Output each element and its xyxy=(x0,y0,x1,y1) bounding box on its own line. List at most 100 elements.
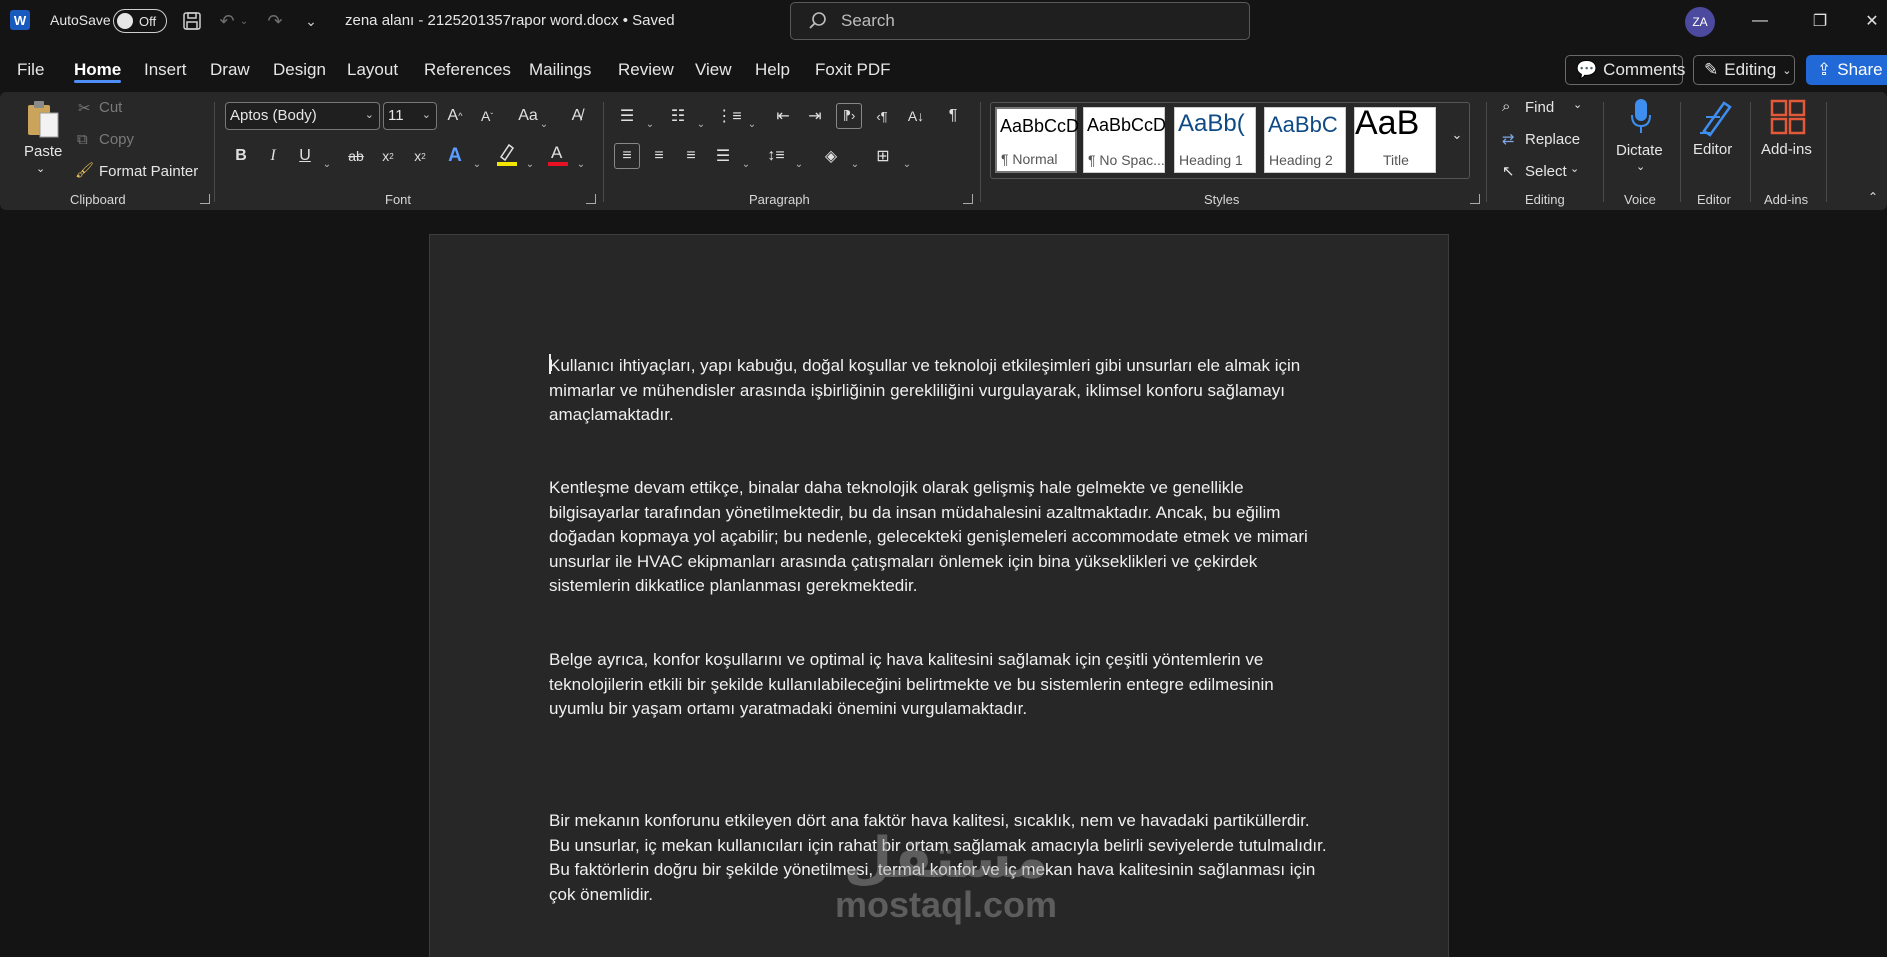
paragraph[interactable]: Belge ayrıca, konfor koşullarını ve opti… xyxy=(549,648,1329,722)
chevron-down-icon[interactable]: ⌄ xyxy=(850,151,860,177)
paste-dropdown-icon[interactable]: ⌄ xyxy=(36,162,45,175)
comments-button[interactable]: 💬 Comments xyxy=(1565,55,1685,85)
tab-references[interactable]: References xyxy=(424,60,511,80)
find-button[interactable]: Find xyxy=(1525,99,1554,116)
avatar[interactable]: ZA xyxy=(1685,7,1715,37)
justify-icon[interactable]: ☰ xyxy=(710,143,736,169)
document-title[interactable]: zena alanı - 2125201357rapor word.docx •… xyxy=(345,12,675,29)
style-heading-2[interactable]: AaBbC Heading 2 xyxy=(1264,107,1346,173)
tab-mailings[interactable]: Mailings xyxy=(529,60,591,80)
grow-font-icon[interactable]: A ^ xyxy=(442,103,468,129)
tab-layout[interactable]: Layout xyxy=(347,60,398,80)
chevron-down-icon[interactable]: ⌄ xyxy=(747,111,757,137)
tab-home[interactable]: Home xyxy=(74,60,121,80)
bullets-icon[interactable]: ☰ xyxy=(614,103,640,129)
increase-indent-icon[interactable]: ⇥ xyxy=(802,103,828,129)
multilevel-list-icon[interactable]: ⋮≡ xyxy=(716,103,742,129)
chevron-down-icon[interactable]: ⌄ xyxy=(1636,160,1645,173)
rtl-paragraph-icon[interactable]: ‹¶ xyxy=(869,103,895,129)
tab-review[interactable]: Review xyxy=(618,60,674,80)
chevron-down-icon[interactable]: ⌄ xyxy=(696,111,706,137)
editor-pen-icon[interactable] xyxy=(1695,96,1735,138)
redo-icon[interactable]: ↷ xyxy=(262,8,288,34)
paragraph[interactable]: Kullanıcı ihtiyaçları, yapı kabuğu, doğa… xyxy=(549,354,1329,428)
clear-formatting-icon[interactable]: A̸ xyxy=(564,103,590,129)
tab-view[interactable]: View xyxy=(695,60,732,80)
numbering-icon[interactable]: ☷ xyxy=(665,103,691,129)
paragraph[interactable]: Bir mekanın konforunu etkileyen dört ana… xyxy=(549,809,1329,907)
font-size-select[interactable]: 11 ⌄ xyxy=(383,102,437,130)
chevron-down-icon[interactable]: ⌄ xyxy=(1570,162,1579,175)
style-normal[interactable]: AaBbCcD ¶ Normal xyxy=(995,107,1078,173)
dictate-button[interactable]: Dictate xyxy=(1616,142,1663,159)
tab-insert[interactable]: Insert xyxy=(144,60,187,80)
superscript-icon[interactable]: x2 xyxy=(407,143,433,169)
chevron-down-icon[interactable]: ⌄ xyxy=(525,151,535,177)
chevron-down-icon[interactable]: ⌄ xyxy=(1573,98,1582,111)
underline-icon[interactable]: U xyxy=(292,143,318,169)
decrease-indent-icon[interactable]: ⇤ xyxy=(770,103,796,129)
chevron-down-icon[interactable]: ⌄ xyxy=(576,151,586,177)
font-name-select[interactable]: Aptos (Body) ⌄ xyxy=(225,102,380,130)
close-icon[interactable]: ✕ xyxy=(1852,6,1887,36)
tab-foxit-pdf[interactable]: Foxit PDF xyxy=(815,60,891,80)
strikethrough-icon[interactable]: ab xyxy=(343,143,369,169)
clipboard-launcher-icon[interactable] xyxy=(200,194,210,204)
autosave-toggle[interactable]: Off xyxy=(113,9,167,33)
editor-button[interactable]: Editor xyxy=(1693,141,1732,158)
highlight-color-icon[interactable] xyxy=(494,141,520,167)
copy-button[interactable]: Copy xyxy=(99,131,134,148)
select-button[interactable]: Select xyxy=(1525,163,1567,180)
shrink-font-icon[interactable]: Aˇ xyxy=(474,103,500,129)
undo-dropdown-icon[interactable]: ⌄ xyxy=(238,8,250,34)
share-button[interactable]: ⇪ Share xyxy=(1806,55,1887,85)
chevron-down-icon[interactable]: ⌄ xyxy=(472,151,482,177)
undo-icon[interactable]: ↶ xyxy=(214,8,240,34)
bold-icon[interactable]: B xyxy=(228,143,254,169)
ltr-paragraph-icon[interactable]: ⁋› xyxy=(836,103,862,129)
font-color-icon[interactable]: A xyxy=(545,141,571,167)
italic-icon[interactable]: I xyxy=(260,143,286,169)
tab-draw[interactable]: Draw xyxy=(210,60,250,80)
line-spacing-icon[interactable]: ↕≡ xyxy=(763,143,789,169)
save-icon[interactable] xyxy=(179,8,205,34)
chevron-down-icon[interactable]: ⌄ xyxy=(645,111,655,137)
paragraph-launcher-icon[interactable] xyxy=(963,194,973,204)
cut-button[interactable]: Cut xyxy=(99,99,122,116)
paragraph[interactable]: Kentleşme devam ettikçe, binalar daha te… xyxy=(549,476,1329,599)
paste-icon[interactable] xyxy=(20,98,64,142)
chevron-down-icon[interactable]: ⌄ xyxy=(539,111,549,137)
addins-grid-icon[interactable] xyxy=(1768,96,1808,138)
replace-button[interactable]: Replace xyxy=(1525,131,1580,148)
borders-icon[interactable]: ⊞ xyxy=(870,143,896,169)
microphone-icon[interactable] xyxy=(1626,96,1656,136)
sort-icon[interactable]: A↓ xyxy=(903,103,929,129)
chevron-down-icon[interactable]: ⌄ xyxy=(741,151,751,177)
show-formatting-marks-icon[interactable]: ¶ xyxy=(940,103,966,129)
chevron-down-icon[interactable]: ⌄ xyxy=(794,151,804,177)
addins-button[interactable]: Add-ins xyxy=(1761,141,1812,158)
style-no-spacing[interactable]: AaBbCcD ¶ No Spac... xyxy=(1083,107,1165,173)
tab-file[interactable]: File xyxy=(17,60,44,80)
search-input[interactable]: Search xyxy=(790,2,1250,40)
format-painter-button[interactable]: Format Painter xyxy=(99,163,198,180)
shading-icon[interactable]: ◈ xyxy=(818,143,844,169)
minimize-icon[interactable]: — xyxy=(1740,6,1780,36)
restore-icon[interactable]: ❐ xyxy=(1800,6,1840,36)
chevron-down-icon[interactable]: ⌄ xyxy=(322,151,332,177)
styles-more-icon[interactable]: ⌄ xyxy=(1444,122,1470,148)
text-effects-icon[interactable]: A xyxy=(442,143,468,169)
editing-mode-button[interactable]: ✎ Editing ⌄ xyxy=(1693,55,1795,85)
styles-launcher-icon[interactable] xyxy=(1470,194,1480,204)
tab-design[interactable]: Design xyxy=(273,60,326,80)
style-title[interactable]: AaB Title xyxy=(1354,104,1436,173)
chevron-down-icon[interactable]: ⌄ xyxy=(902,151,912,177)
align-center-icon[interactable]: ≡ xyxy=(646,143,672,169)
style-heading-1[interactable]: AaBb( Heading 1 xyxy=(1174,107,1256,173)
align-left-icon[interactable]: ≡ xyxy=(614,143,640,169)
subscript-icon[interactable]: x2 xyxy=(375,143,401,169)
paste-button[interactable]: Paste xyxy=(24,143,62,160)
align-right-icon[interactable]: ≡ xyxy=(678,143,704,169)
document-page[interactable]: Kullanıcı ihtiyaçları, yapı kabuğu, doğa… xyxy=(429,234,1449,957)
customize-quick-access-icon[interactable]: ⌄ xyxy=(298,8,324,34)
